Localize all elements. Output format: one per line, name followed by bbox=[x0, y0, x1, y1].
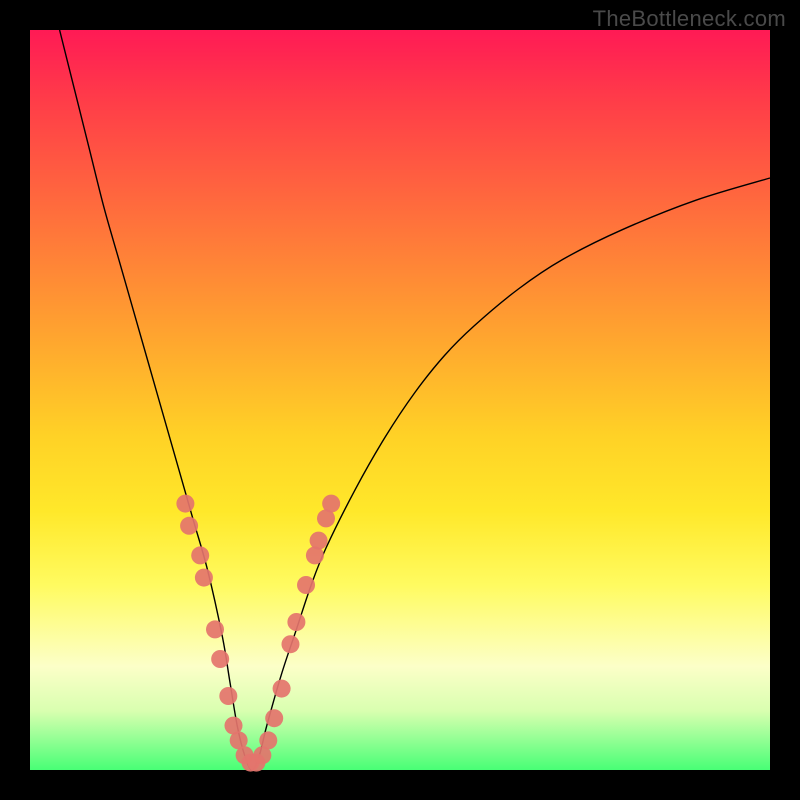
curve-marker bbox=[281, 635, 299, 653]
curve-svg bbox=[30, 30, 770, 770]
curve-marker bbox=[206, 620, 224, 638]
markers-group bbox=[176, 495, 340, 772]
curve-marker bbox=[195, 569, 213, 587]
curve-marker bbox=[265, 709, 283, 727]
curve-marker bbox=[322, 495, 340, 513]
curve-marker bbox=[273, 680, 291, 698]
curve-marker bbox=[180, 517, 198, 535]
curve-marker bbox=[191, 546, 209, 564]
curve-marker bbox=[211, 650, 229, 668]
curve-marker bbox=[310, 532, 328, 550]
gradient-plot-area bbox=[30, 30, 770, 770]
watermark-text: TheBottleneck.com bbox=[593, 6, 786, 32]
curve-marker bbox=[219, 687, 237, 705]
curve-marker bbox=[297, 576, 315, 594]
bottleneck-curve bbox=[60, 30, 770, 770]
curve-marker bbox=[176, 495, 194, 513]
curve-marker bbox=[287, 613, 305, 631]
curve-marker bbox=[259, 731, 277, 749]
